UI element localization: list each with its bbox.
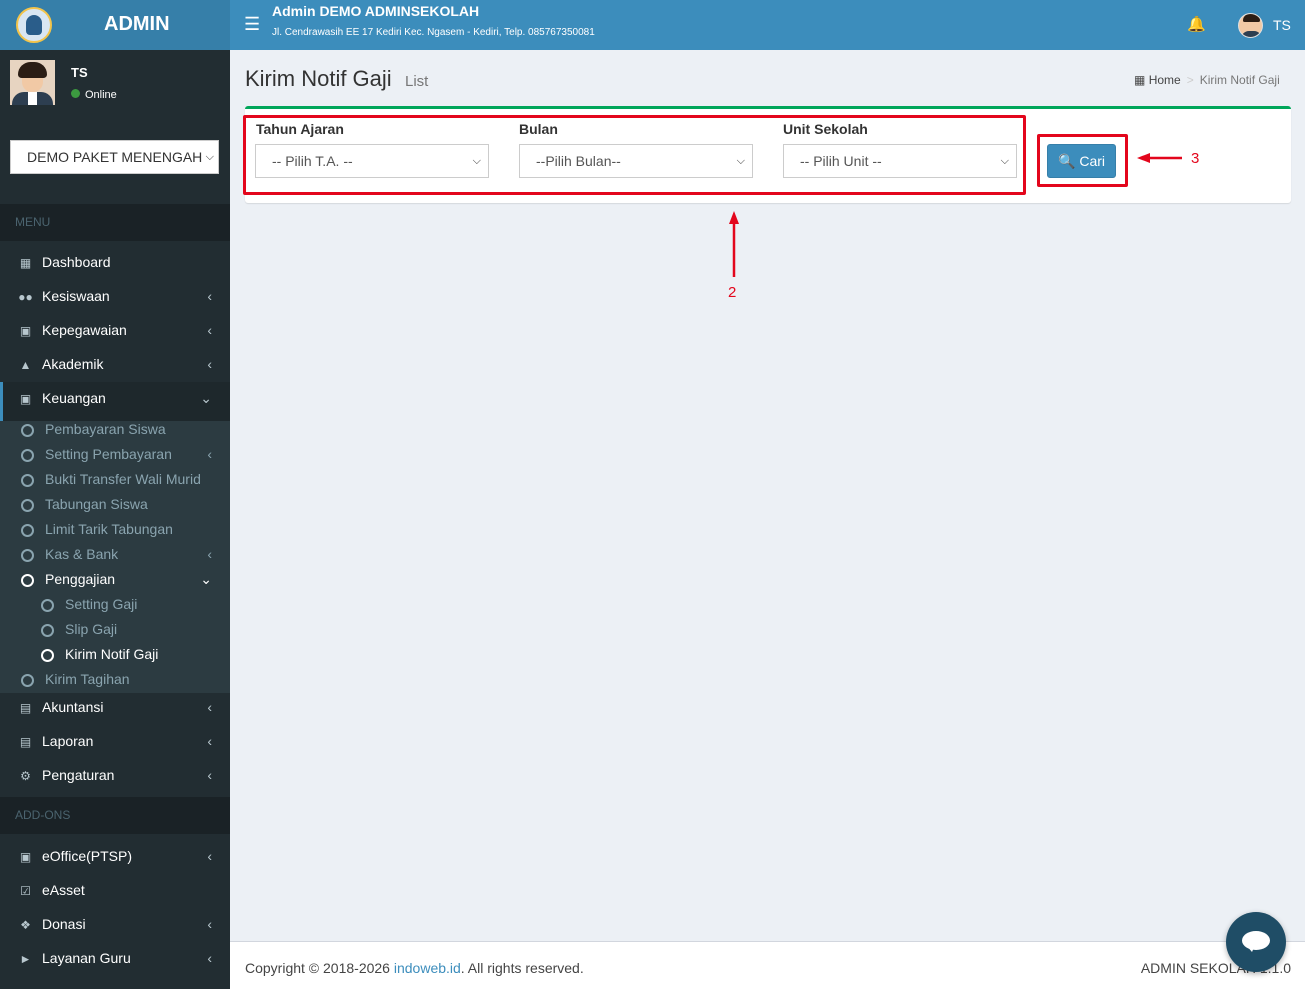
sidebar-item-keuangan[interactable]: ▣ Keuangan ⌄ [0,382,230,421]
sidebar-item-eoffice[interactable]: ▣ eOffice(PTSP) ‹ [0,840,230,874]
circle-icon [21,674,34,687]
online-dot-icon [71,89,80,98]
submenu-tabungan-siswa[interactable]: Tabungan Siswa [0,493,230,518]
navbar-user-name[interactable]: TS [1273,17,1291,33]
chevron-left-icon: ‹ [207,950,212,966]
annotation-label-2: 2 [728,284,737,301]
grid-icon: ▦ [19,256,32,270]
circle-icon [21,449,34,462]
chevron-left-icon: ‹ [207,733,212,749]
sidebar-item-donasi[interactable]: ❖ Donasi ‹ [0,908,230,942]
sidebar-item-easset[interactable]: ☑ eAsset [0,874,230,908]
circle-icon [21,574,34,587]
page-title: Kirim Notif Gaji [245,66,392,91]
grid-icon: ▦ [1134,73,1146,87]
menu-header: MENU [0,204,230,241]
sidebar: ADMIN TS Online DEMO PAKET MENENGAH ⌵ MEN… [0,0,230,989]
submenu-setting-pembayaran[interactable]: Setting Pembayaran ‹ [0,443,230,468]
check-square-icon: ☑ [20,884,31,898]
circle-icon [21,524,34,537]
graduation-cap-icon: ▲ [19,358,32,372]
sidebar-item-laporan[interactable]: ▤ Laporan ‹ [0,725,230,759]
chat-button[interactable] [1226,912,1286,972]
sidebar-item-layanan-guru[interactable]: ► Layanan Guru ‹ [0,942,230,976]
circle-icon [41,624,54,637]
circle-icon [41,649,54,662]
school-emblem-icon [16,7,52,43]
breadcrumb: ▦ Home > Kirim Notif Gaji [1134,73,1280,87]
circle-icon [41,599,54,612]
hamburger-menu-icon[interactable]: ☰ [244,14,260,35]
chevron-left-icon: ‹ [207,446,212,462]
circle-icon [21,424,34,437]
page-subtitle: List [405,73,429,90]
submenu-kas-bank[interactable]: Kas & Bank ‹ [0,543,230,568]
sidebar-item-akuntansi[interactable]: ▤ Akuntansi ‹ [0,691,230,725]
chevron-left-icon: ‹ [207,356,212,372]
annotation-label-3: 3 [1191,150,1200,167]
file-text-icon: ▤ [19,735,32,749]
bullhorn-icon: ► [19,952,32,966]
archive-icon: ▣ [19,850,32,864]
briefcase-icon: ▣ [19,324,32,338]
submenu-penggajian[interactable]: Penggajian ⌄ [0,568,230,593]
user-name: TS [71,65,88,80]
annotation-box-cari [1037,134,1128,187]
chevron-down-icon: ⌄ [200,390,212,406]
circle-icon [21,474,34,487]
navbar-avatar[interactable] [1238,13,1263,38]
submenu-limit-tarik[interactable]: Limit Tarik Tabungan [0,518,230,543]
submenu-slip-gaji[interactable]: Slip Gaji [0,618,230,643]
chevron-left-icon: ‹ [207,767,212,783]
chevron-left-icon: ‹ [207,322,212,338]
user-status: Online [71,89,117,101]
sidebar-item-pengaturan[interactable]: ⚙ Pengaturan ‹ [0,759,230,793]
circle-icon [21,549,34,562]
chevron-down-icon: ⌄ [200,571,212,587]
school-select[interactable]: DEMO PAKET MENENGAH ⌵ [10,140,219,174]
submenu-bukti-transfer[interactable]: Bukti Transfer Wali Murid [0,468,230,493]
avatar [10,60,55,105]
submenu-setting-gaji[interactable]: Setting Gaji [0,593,230,618]
chevron-down-icon: ⌵ [205,151,214,163]
logo-text: ADMIN [104,13,170,35]
chevron-left-icon: ‹ [207,288,212,304]
sidebar-item-dashboard[interactable]: ▦ Dashboard [0,246,230,280]
chevron-left-icon: ‹ [207,916,212,932]
submenu-kirim-tagihan[interactable]: Kirim Tagihan [0,668,230,693]
indoweb-link[interactable]: indoweb.id [394,960,461,976]
sidebar-item-kepegawaian[interactable]: ▣ Kepegawaian ‹ [0,314,230,348]
school-title: Admin DEMO ADMINSEKOLAH [272,3,480,19]
breadcrumb-home[interactable]: Home [1149,73,1181,87]
breadcrumb-current: Kirim Notif Gaji [1199,73,1280,87]
submenu-kirim-notif-gaji[interactable]: Kirim Notif Gaji [0,643,230,668]
chevron-left-icon: ‹ [207,546,212,562]
gear-icon: ⚙ [20,769,31,783]
chevron-left-icon: ‹ [207,848,212,864]
submenu-pembayaran-siswa[interactable]: Pembayaran Siswa [0,418,230,443]
copyright-text: Copyright © 2018-2026 indoweb.id. All ri… [245,960,584,976]
bell-icon[interactable]: 🔔 [1187,15,1206,33]
circle-icon [21,499,34,512]
footer: Copyright © 2018-2026 indoweb.id. All ri… [230,941,1305,989]
sidebar-item-akademik[interactable]: ▲ Akademik ‹ [0,348,230,382]
sidebar-item-kesiswaan[interactable]: ●● Kesiswaan ‹ [0,280,230,314]
annotation-box-filters [243,115,1026,195]
school-address: Jl. Cendrawasih EE 17 Kediri Kec. Ngasem… [272,27,595,38]
money-icon: ▣ [19,392,32,406]
addons-header: ADD-ONS [0,797,230,834]
dropbox-icon: ❖ [20,918,31,932]
users-icon: ●● [18,290,33,304]
credit-card-icon: ▤ [19,701,32,715]
arrow-2-head [729,211,739,224]
logo[interactable]: ADMIN [0,0,230,50]
top-navbar: ☰ Admin DEMO ADMINSEKOLAH Jl. Cendrawasi… [230,0,1305,50]
chevron-left-icon: ‹ [207,699,212,715]
